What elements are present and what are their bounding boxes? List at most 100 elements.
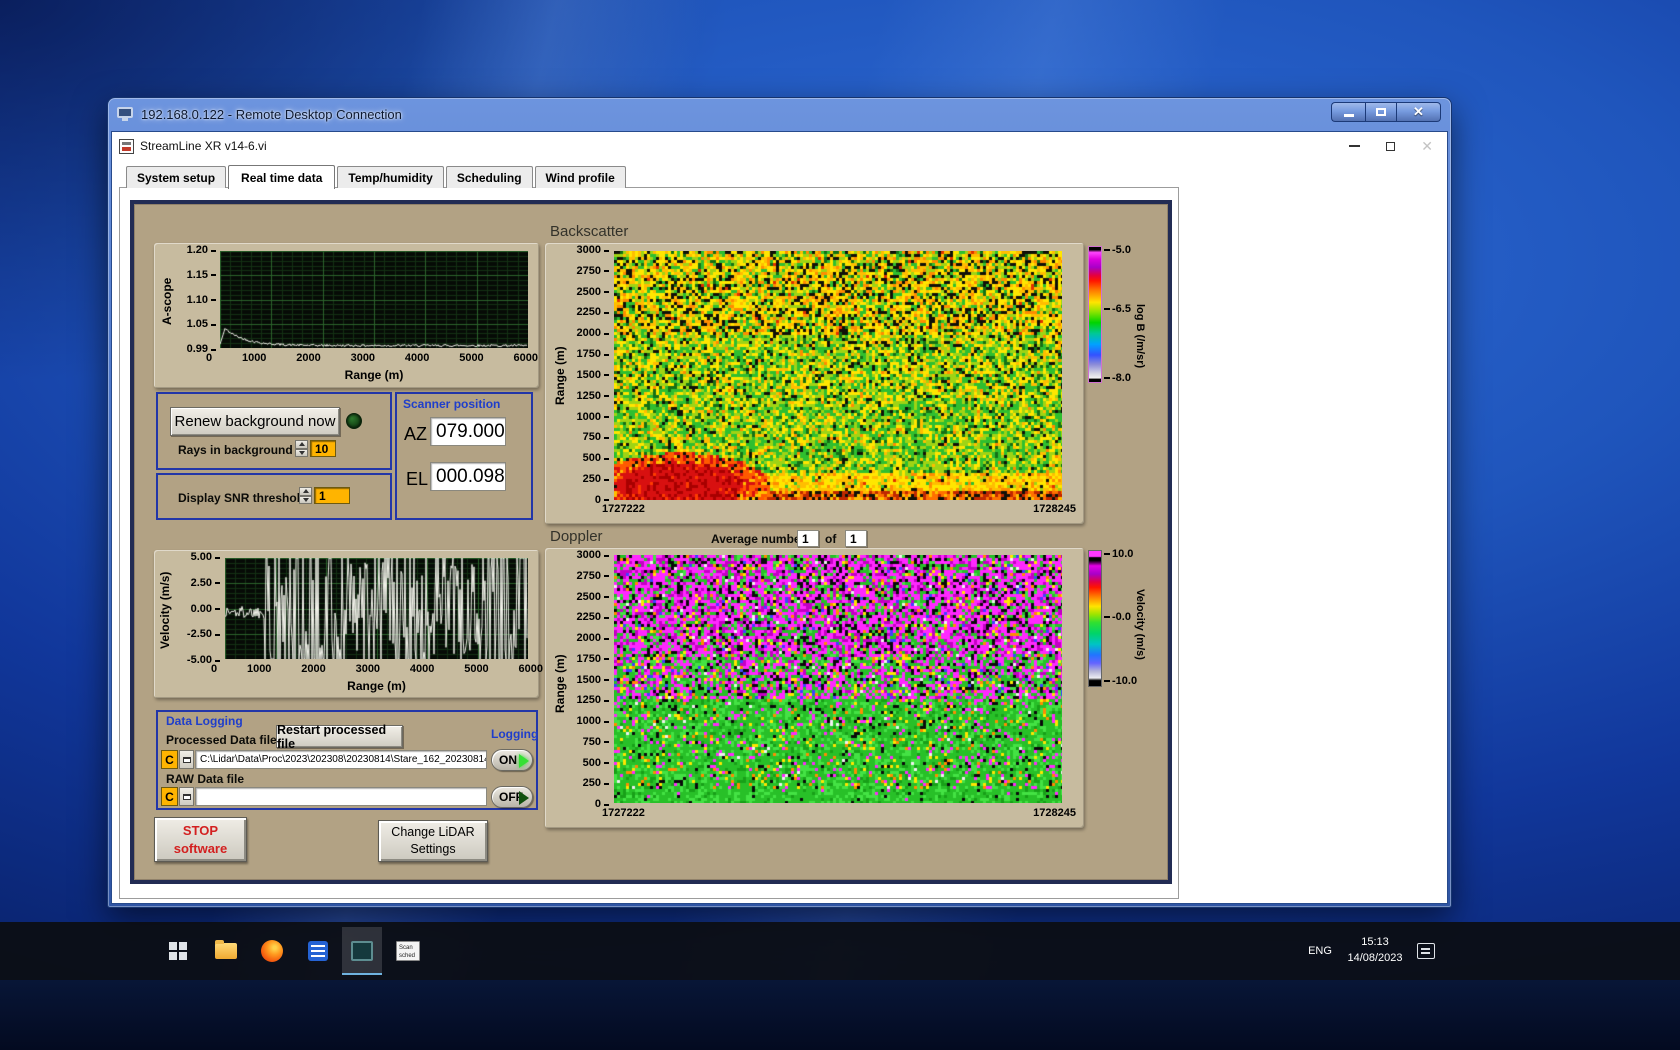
app-window-title: StreamLine XR v14-6.vi — [140, 139, 267, 153]
average-total-field[interactable]: 1 — [845, 530, 867, 547]
taskbar-firefox[interactable] — [252, 927, 292, 975]
tick-label: 2000 — [296, 352, 321, 364]
tick-label: 0.00 — [191, 603, 220, 615]
tick-label: 2000 — [577, 328, 609, 339]
ascope-xticks: 0 1000 2000 3000 4000 5000 6000 — [206, 353, 538, 364]
rdp-window-title: 192.168.0.122 - Remote Desktop Connectio… — [141, 106, 402, 122]
raw-drive-selector[interactable]: C — [161, 787, 178, 806]
minimize-button[interactable] — [1331, 102, 1365, 122]
tick-label: 250 — [583, 474, 609, 485]
app-close-button[interactable]: ✕ — [1421, 138, 1433, 155]
backscatter-x-start: 1727222 — [602, 503, 645, 515]
tick-label: 5000 — [459, 352, 484, 364]
renew-background-button[interactable]: Renew background now — [170, 407, 340, 436]
processed-path-field[interactable]: C:\Lidar\Data\Proc\2023\202308\20230814\… — [195, 750, 487, 769]
close-button[interactable]: ✕ — [1397, 102, 1441, 122]
start-button[interactable] — [158, 927, 198, 975]
desktop-bottom-shade — [0, 980, 1680, 1050]
change-lidar-settings-button[interactable]: Change LiDAR Settings — [378, 820, 488, 862]
background-group: Renew background now Rays in background … — [156, 392, 392, 470]
folder-icon — [215, 940, 237, 959]
doppler-colorbar-tick-min: -10.0 — [1104, 675, 1137, 687]
tab-system-setup[interactable]: System setup — [126, 166, 227, 188]
language-indicator[interactable]: ENG — [1300, 922, 1340, 980]
velocity-xticks: 0 1000 2000 3000 4000 5000 6000 — [211, 664, 543, 675]
tick-label: 250 — [583, 778, 609, 789]
tick-label: 2250 — [577, 307, 609, 318]
terminal-window-icon — [351, 941, 373, 961]
tick-label: 1.10 — [187, 294, 216, 306]
maximize-button[interactable] — [1365, 102, 1397, 122]
tick-label: 1000 — [577, 411, 609, 423]
az-value-field[interactable]: 079.000 — [430, 417, 506, 446]
rays-spinner[interactable] — [295, 440, 308, 457]
tick-label: 500 — [583, 757, 609, 769]
ascope-yticks: 1.20 1.15 1.10 1.05 0.99 — [178, 245, 216, 355]
taskbar-clock[interactable]: 15:13 14/08/2023 — [1340, 922, 1410, 980]
average-number-field[interactable]: 1 — [797, 530, 819, 547]
tab-real-time-data[interactable]: Real time data — [228, 165, 336, 189]
tick-label: 1750 — [577, 349, 609, 360]
tick-label: 0 — [211, 663, 218, 675]
tick-label: 1250 — [577, 390, 609, 402]
processed-browse-button[interactable] — [179, 750, 194, 769]
taskbar-file-explorer[interactable] — [206, 927, 246, 975]
snr-group: Display SNR threshold 1 — [156, 473, 392, 520]
rdp-titlebar[interactable]: 192.168.0.122 - Remote Desktop Connectio… — [108, 98, 1451, 130]
backscatter-colorbar-tick-mid: -6.5 — [1104, 303, 1131, 315]
taskbar-scan-scheduler[interactable]: Scan sched — [388, 927, 428, 975]
doppler-colorbar-label: Velocity (m/s) — [1134, 588, 1146, 660]
tick-label: 2.50 — [191, 577, 220, 589]
snr-value-field[interactable]: 1 — [314, 487, 350, 504]
windows-logo-icon — [169, 942, 187, 960]
raw-logging-off-indicator[interactable]: OFF — [491, 786, 533, 808]
raw-browse-button[interactable] — [179, 787, 194, 806]
tick-label: 1.15 — [187, 269, 216, 281]
tick-label: 2000 — [577, 633, 609, 644]
ascope-plot — [220, 251, 528, 348]
stop-software-button[interactable]: STOP software — [154, 817, 247, 862]
snr-spinner[interactable] — [299, 487, 312, 504]
list-lines-icon — [308, 941, 328, 961]
doppler-graph: Range (m) 3000 2750 2500 2250 2000 1750 1500 12… — [545, 548, 1084, 828]
clock-time: 15:13 — [1361, 936, 1389, 949]
rays-value-field[interactable]: 10 — [310, 440, 336, 457]
az-label: AZ — [404, 424, 428, 444]
tick-label: 1750 — [577, 653, 609, 665]
tick-label: 3000 — [355, 663, 381, 675]
tick-label: 1500 — [577, 674, 609, 686]
doppler-colorbar-tick-mid: -0.0 — [1104, 611, 1131, 623]
taskbar-remote-desktop-active[interactable] — [342, 927, 382, 975]
el-value-field[interactable]: 000.098 — [430, 462, 506, 491]
tab-page-real-time-data: Backscatter A-scope 1.20 1.15 1.10 1.05 0.99… — [119, 187, 1179, 899]
processed-logging-on-indicator[interactable]: ON — [491, 749, 533, 771]
app-minimize-button[interactable] — [1349, 145, 1361, 147]
renew-led-indicator — [346, 413, 362, 429]
tick-label: 3000 — [350, 352, 376, 364]
doppler-title: Doppler — [550, 528, 603, 545]
notification-center-button[interactable] — [1408, 922, 1444, 980]
app-restore-button[interactable] — [1386, 138, 1401, 151]
tick-label: 2500 — [577, 591, 609, 603]
data-logging-group: Data Logging Processed Data file Restart… — [156, 710, 538, 810]
raw-path-field[interactable] — [195, 787, 487, 806]
tab-wind-profile[interactable]: Wind profile — [534, 166, 626, 188]
processed-drive-selector[interactable]: C — [161, 750, 178, 769]
taskbar-notes-app[interactable] — [298, 927, 338, 975]
tick-label: 4000 — [409, 663, 435, 675]
tick-label: 500 — [583, 453, 609, 464]
backscatter-colorbar-label: log B (/m/sr) — [1134, 304, 1146, 369]
firefox-icon — [261, 940, 283, 962]
tick-label: -2.50 — [187, 629, 220, 640]
restart-processed-file-button[interactable]: Restart processed file — [276, 723, 403, 751]
app-titlebar[interactable]: StreamLine XR v14-6.vi ✕ — [112, 132, 1447, 160]
tick-label: 2250 — [577, 612, 609, 623]
clock-date: 14/08/2023 — [1347, 952, 1403, 964]
doppler-x-end: 1728245 — [1033, 807, 1076, 819]
tab-scheduling[interactable]: Scheduling — [445, 166, 533, 188]
scanner-position-title: Scanner position — [403, 397, 501, 411]
doppler-x-start: 1727222 — [602, 807, 645, 819]
tab-temp-humidity[interactable]: Temp/humidity — [337, 166, 444, 188]
tick-label: 1250 — [577, 695, 609, 706]
backscatter-colorbar-tick-max: -5.0 — [1104, 244, 1131, 256]
